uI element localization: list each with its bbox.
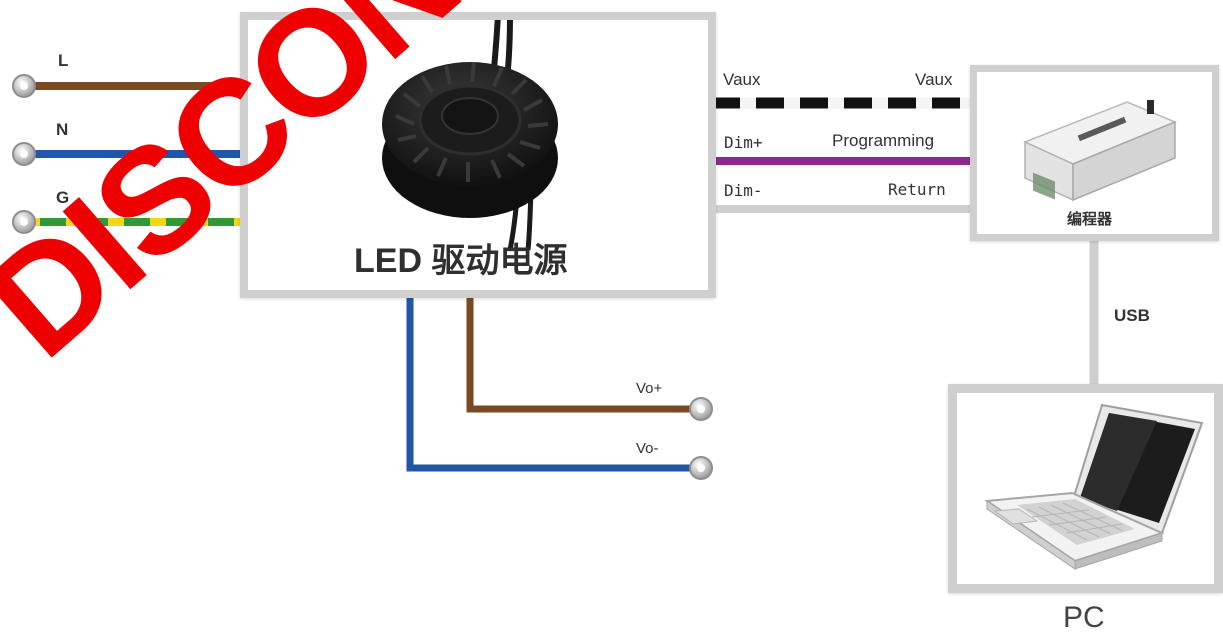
usb-label: USB [1114,306,1150,325]
driver-title: LED 驱动电源 [354,242,568,280]
pc-box [948,384,1223,593]
input-label-n: N [56,120,69,139]
pc-label: PC [1063,601,1105,634]
programmer-label: 编程器 [1067,211,1113,228]
signal-label-vaux-right: Vaux [915,70,953,89]
signal-label-return: Return [888,180,946,199]
output-label-vo-minus: Vo- [636,440,659,457]
input-label-l: L [58,51,69,70]
programmer-box: 编程器 [970,65,1219,241]
signal-label-dim-plus: Dim+ [724,133,763,152]
signal-label-programming: Programming [832,131,935,150]
output-label-vo-plus: Vo+ [636,380,663,397]
signal-label-vaux-left: Vaux [723,70,761,89]
programmer-device-image [1023,100,1177,202]
signal-label-dim-minus: Dim- [724,181,763,200]
laptop-icon [984,403,1204,570]
